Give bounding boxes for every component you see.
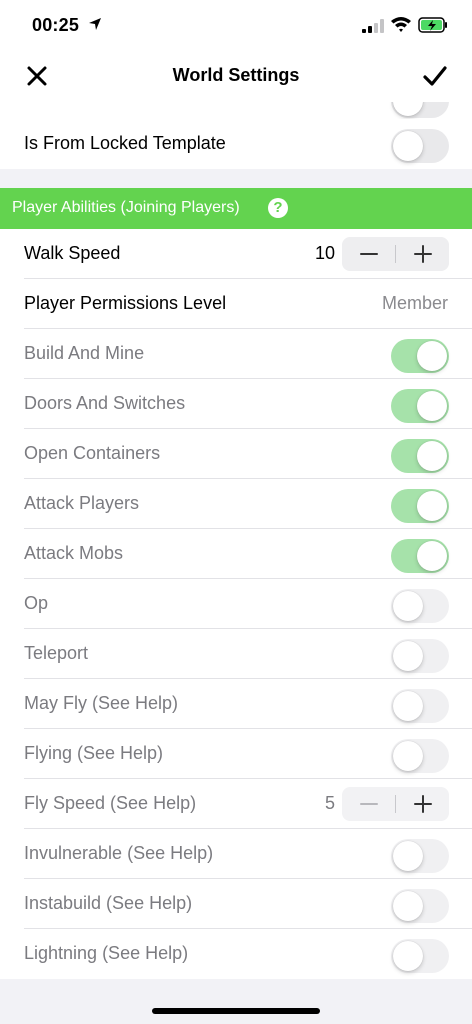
status-bar: 00:25 [0,0,472,50]
build-and-mine-toggle[interactable] [391,339,449,373]
cellular-signal-icon [362,19,384,33]
settings-row-attack-mobs: Attack Mobs [0,529,472,579]
checkmark-icon[interactable] [422,65,448,87]
attack-mobs-toggle[interactable] [391,539,449,573]
status-time: 00:25 [32,15,80,35]
home-indicator[interactable] [152,1008,320,1014]
row-label: Player Permissions Level [24,293,227,313]
settings-row-flying: Flying (See Help) [0,729,472,779]
bottom-gap [0,979,472,1024]
permissions-value[interactable]: Member [382,293,448,314]
settings-row-may-fly: May Fly (See Help) [0,679,472,729]
flying-toggle[interactable] [391,739,449,773]
section-header-player-abilities: Player Abilities (Joining Players) ? [0,188,472,229]
settings-row-locked-template: Is From Locked Template [0,119,472,169]
toggle-knob [417,441,447,471]
walk-speed-value: 10 [314,243,335,263]
settings-row-instabuild: Instabuild (See Help) [0,879,472,929]
toggle-knob [393,641,423,671]
walk-speed-stepper [342,237,449,271]
teleport-toggle[interactable] [391,639,449,673]
settings-row-fly-speed: Fly Speed (See Help) 5 [0,779,472,829]
toggle-switch[interactable] [391,102,449,118]
fly-speed-value: 5 [324,793,335,813]
settings-row-op: Op [0,579,472,629]
toggle-knob [417,491,447,521]
open-containers-toggle[interactable] [391,439,449,473]
fly-speed-stepper [342,787,449,821]
toggle-knob [393,841,423,871]
invulnerable-toggle[interactable] [391,839,449,873]
location-arrow-icon [89,18,101,30]
settings-scroll-view[interactable]: Is From Locked Template Player Abilities… [0,102,472,1024]
row-label: Op [24,593,49,613]
section-gap [0,169,472,188]
op-toggle[interactable] [391,589,449,623]
row-label: Teleport [24,643,89,663]
row-label: Fly Speed (See Help) [24,793,197,813]
page-title: World Settings [172,65,300,85]
toggle-knob [417,541,447,571]
toggle-knob [417,341,447,371]
row-label: Instabuild (See Help) [24,893,193,913]
row-label: Lightning (See Help) [24,943,189,963]
toggle-knob [393,691,423,721]
help-icon[interactable]: ? [268,198,288,218]
attack-players-toggle[interactable] [391,489,449,523]
toggle-knob [393,131,423,161]
row-label: Walk Speed [24,243,121,263]
toggle-knob [393,102,423,116]
section-title: Player Abilities (Joining Players) [12,199,240,216]
may-fly-toggle[interactable] [391,689,449,723]
row-label: Build And Mine [24,343,145,363]
lightning-toggle[interactable] [391,939,449,973]
settings-row-walk-speed: Walk Speed 10 [0,229,472,279]
toggle-knob [393,591,423,621]
instabuild-toggle[interactable] [391,889,449,923]
row-label: Doors And Switches [24,393,186,413]
settings-row-attack-players: Attack Players [0,479,472,529]
minus-icon[interactable] [342,787,395,821]
toggle-knob [417,391,447,421]
plus-icon[interactable] [396,787,449,821]
row-label: Open Containers [24,443,161,463]
minus-icon[interactable] [342,237,395,271]
row-label: Attack Players [24,493,140,513]
toggle-knob [393,741,423,771]
row-label: Flying (See Help) [24,743,164,763]
row-label: Is From Locked Template [24,133,226,153]
toggle-knob [393,891,423,921]
row-label: Invulnerable (See Help) [24,843,214,863]
battery-charging-icon [418,17,447,33]
locked-template-toggle[interactable] [391,129,449,163]
toggle-knob [393,941,423,971]
settings-row-invulnerable: Invulnerable (See Help) [0,829,472,879]
row-label: Attack Mobs [24,543,124,563]
settings-row-permissions[interactable]: Player Permissions Level Member [0,279,472,329]
plus-icon[interactable] [396,237,449,271]
settings-row-build-and-mine: Build And Mine [0,329,472,379]
wifi-icon [391,17,411,32]
navigation-bar: World Settings [0,50,472,102]
settings-row-open-containers: Open Containers [0,429,472,479]
doors-and-switches-toggle[interactable] [391,389,449,423]
row-label: May Fly (See Help) [24,693,179,713]
settings-row-doors-and-switches: Doors And Switches [0,379,472,429]
settings-row-lightning: Lightning (See Help) [0,929,472,979]
settings-row-teleport: Teleport [0,629,472,679]
